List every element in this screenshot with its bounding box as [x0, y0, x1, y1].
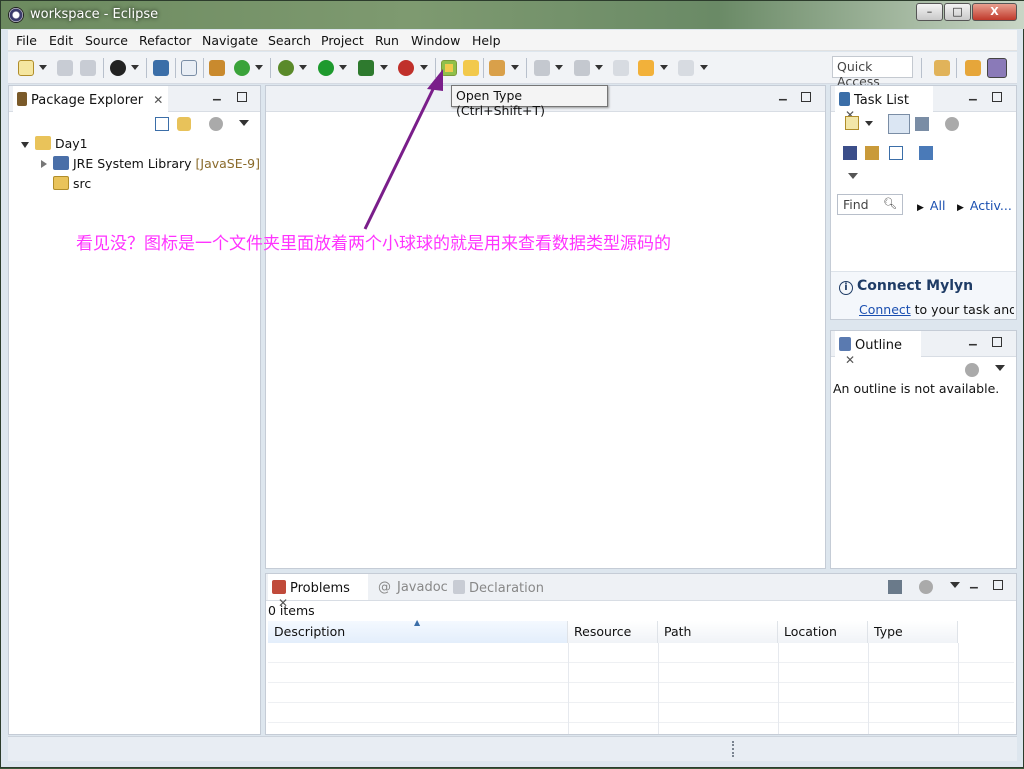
eclipse-window: workspace - Eclipse – □ X File Edit Sour… — [0, 0, 1024, 768]
annotation-arrow-line — [363, 80, 439, 230]
annotation-text: 看见没？图标是一个文件夹里面放着两个小球球的就是用来查看数据类型源码的 — [76, 234, 671, 254]
annotation-arrow-head — [427, 69, 443, 91]
open-type-tooltip: Open Type (Ctrl+Shift+T) — [451, 85, 608, 118]
